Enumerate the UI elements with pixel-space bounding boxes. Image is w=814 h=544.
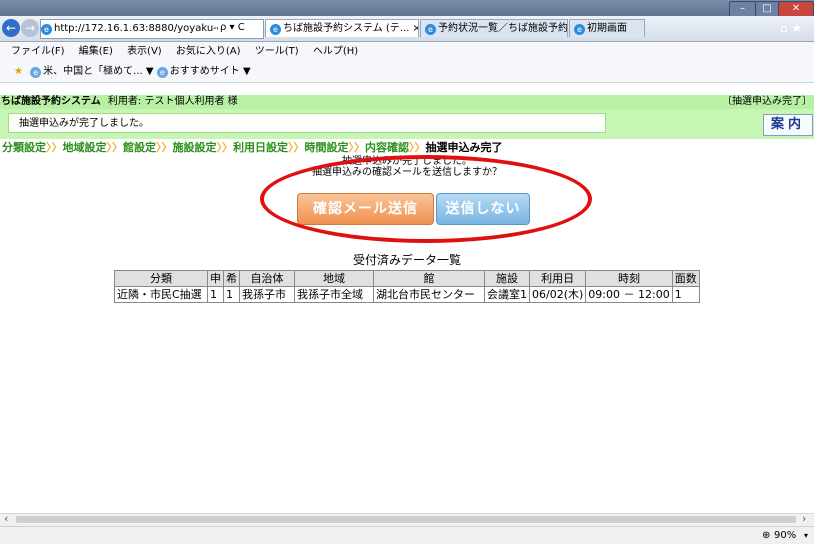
col-category: 分類 <box>114 270 208 287</box>
maximize-button[interactable]: □ <box>755 1 779 17</box>
forward-arrow-icon[interactable]: → <box>21 19 39 37</box>
col-municipality: 自治体 <box>239 270 295 287</box>
user-label: 利用者: <box>107 96 142 107</box>
back-arrow-icon[interactable]: ← <box>2 19 20 37</box>
table-caption: 受付済みデータ一覧 <box>352 253 461 267</box>
ie-page-icon: e <box>41 24 52 35</box>
accepted-data-table: 分類 申 希 自治体 地域 館 施設 利用日 時刻 面数 近隣・市民C抽選 1 … <box>114 270 700 303</box>
menu-edit[interactable]: 編集(E) <box>79 46 113 57</box>
status-right: 〔抽選申込み完了〕 <box>722 96 812 107</box>
col-hall: 館 <box>373 270 485 287</box>
breadcrumb-separator: 〉〉 <box>288 141 305 154</box>
browser-navbar: ← → e http://172.16.1.63:8880/yoyaku-ch ρ… <box>0 16 814 42</box>
scrollbar-thumb[interactable] <box>16 516 796 523</box>
menu-help[interactable]: ヘルプ(H) <box>313 46 358 57</box>
cell-date: 06/02(木) <box>528 286 587 303</box>
breadcrumb-separator: 〉〉 <box>156 141 173 154</box>
scroll-left-icon[interactable]: ‹ <box>4 512 8 525</box>
menu-tools[interactable]: ツール(T) <box>255 46 299 57</box>
menu-view[interactable]: 表示(V) <box>127 46 162 57</box>
breadcrumb-separator: 〉〉 <box>409 141 426 154</box>
favorite-item-news[interactable]: 米、中国と「極めて... <box>43 66 143 77</box>
col-count: 面数 <box>671 270 700 287</box>
tab-initial-screen[interactable]: e 初期画面 <box>569 19 645 37</box>
col-time: 時刻 <box>585 270 673 287</box>
ie-tab-icon: e <box>574 24 585 35</box>
favorites-bar: ★ e 米、中国と「極めて... ▼ e おすすめサイト ▼ <box>0 61 814 83</box>
system-header: ちば施設予約システム 利用者: テスト個人利用者 様 〔抽選申込み完了〕 <box>0 95 814 109</box>
ie-tab-icon: e <box>270 24 281 35</box>
cell-region: 我孫子市全域 <box>294 286 374 303</box>
menu-favorites[interactable]: お気に入り(A) <box>176 46 241 57</box>
tab-label: ちば施設予約システム (テ... <box>283 23 410 34</box>
cell-applications: 1 <box>207 286 224 303</box>
minimize-button[interactable]: – <box>729 1 756 17</box>
chevron-down-icon[interactable]: ▼ <box>146 66 154 77</box>
message-bar: 抽選申込みが完了しました。 <box>0 109 814 139</box>
tab-close-icon[interactable]: × <box>413 23 418 34</box>
cell-hall: 湖北台市民センター <box>373 286 485 303</box>
zoom-chevron-down-icon[interactable]: ▾ <box>804 527 808 544</box>
breadcrumb-separator: 〉〉 <box>216 141 234 154</box>
message-box: 抽選申込みが完了しました。 <box>8 113 606 133</box>
star-icon[interactable]: ★ <box>14 66 23 77</box>
breadcrumb-separator: 〉〉 <box>106 141 124 154</box>
ie-tab-icon: e <box>425 24 436 35</box>
tab-yoyaku-system[interactable]: eちば施設予約システム (テ... × <box>265 19 419 37</box>
table-header-row: 分類 申 希 自治体 地域 館 施設 利用日 時刻 面数 <box>114 270 700 287</box>
menu-bar: ファイル(F) 編集(E) 表示(V) お気に入り(A) ツール(T) ヘルプ(… <box>0 42 814 61</box>
tab-label: 初期画面 <box>587 23 627 34</box>
cell-count: 1 <box>671 286 700 303</box>
col-date: 利用日 <box>528 270 587 287</box>
breadcrumb-separator: 〉〉 <box>46 141 63 154</box>
scroll-right-icon[interactable]: › <box>802 512 806 525</box>
breadcrumb-hall: 館設定 <box>123 141 156 154</box>
menu-file[interactable]: ファイル(F) <box>11 46 65 57</box>
breadcrumb: 分類設定〉〉地域設定〉〉館設定〉〉施設設定〉〉利用日設定〉〉時間設定〉〉内容確認… <box>2 141 503 155</box>
col-preference: 希 <box>223 270 240 287</box>
favorite-item-recommended[interactable]: おすすめサイト <box>170 66 240 77</box>
cell-municipality: 我孫子市 <box>239 286 295 303</box>
zoom-level[interactable]: 90% <box>774 527 796 544</box>
breadcrumb-facility: 施設設定 <box>172 141 217 154</box>
breadcrumb-confirm: 内容確認 <box>365 141 409 154</box>
horizontal-scrollbar[interactable]: ‹ › <box>0 512 814 526</box>
address-controls-icon[interactable]: ρ ▾ C <box>218 22 247 33</box>
home-star-icons[interactable]: ⌂ ★ <box>780 21 802 35</box>
cell-preference: 1 <box>223 286 240 303</box>
address-url: http://172.16.1.63:8880/yoyaku-ch <box>54 23 229 34</box>
highlight-ellipse <box>260 155 592 243</box>
col-region: 地域 <box>294 270 374 287</box>
zoom-icon[interactable]: ⊕ <box>762 527 770 544</box>
status-bar: ⊕ 90% ▾ <box>0 526 814 544</box>
breadcrumb-region: 地域設定 <box>62 141 107 154</box>
window-titlebar: – □ ✕ <box>0 0 814 17</box>
breadcrumb-date: 利用日設定 <box>233 141 288 154</box>
page-icon: e <box>156 67 168 78</box>
user-name: テスト個人利用者 様 <box>144 96 238 107</box>
breadcrumb-complete: 抽選申込み完了 <box>425 141 503 154</box>
chevron-down-icon[interactable]: ▼ <box>243 66 251 77</box>
close-window-button[interactable]: ✕ <box>778 1 814 17</box>
col-facility: 施設 <box>484 270 530 287</box>
page-icon: e <box>30 67 42 78</box>
breadcrumb-time: 時間設定 <box>304 141 349 154</box>
tab-reservation-list[interactable]: e 予約状況一覧／ちば施設予約... <box>420 19 568 37</box>
guide-button[interactable]: 案内 <box>763 114 813 136</box>
breadcrumb-category: 分類設定 <box>2 141 46 154</box>
breadcrumb-separator: 〉〉 <box>348 141 366 154</box>
cell-facility: 会議室1 <box>484 286 530 303</box>
system-title: ちば施設予約システム <box>1 96 101 107</box>
col-applications: 申 <box>207 270 224 287</box>
table-row: 近隣・市民C抽選 1 1 我孫子市 我孫子市全域 湖北台市民センター 会議室1 … <box>114 286 700 303</box>
tab-label: 予約状況一覧／ちば施設予約... <box>438 23 568 34</box>
cell-time: 09:00 － 12:00 <box>585 286 673 303</box>
cell-category: 近隣・市民C抽選 <box>114 286 208 303</box>
